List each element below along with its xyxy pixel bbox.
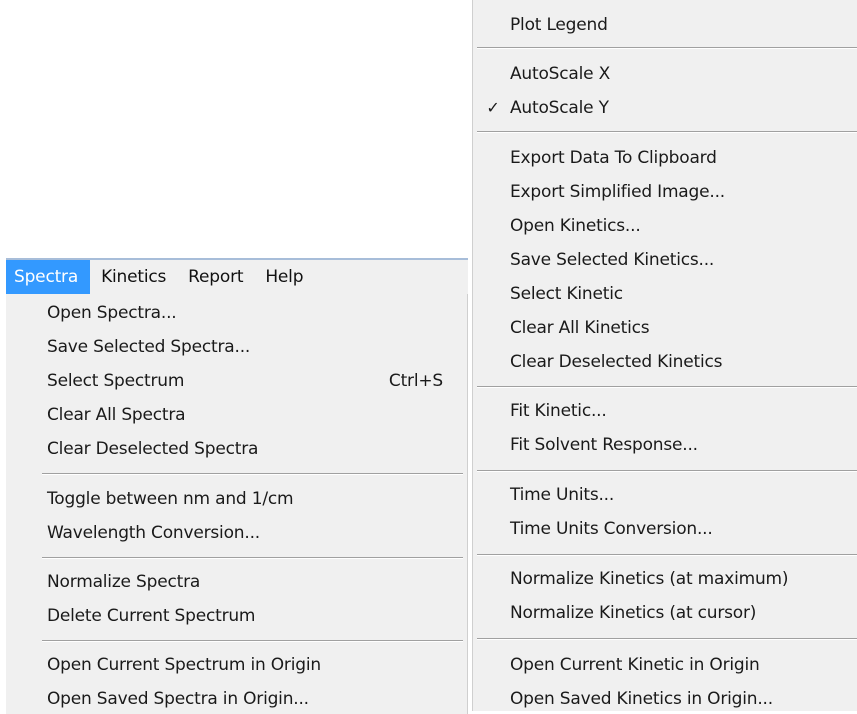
menu-separator [42,640,463,642]
menu-item-label: Select Kinetic [510,284,623,304]
menu-item-label: Export Simplified Image... [510,182,725,202]
menu-item-label: Open Saved Kinetics in Origin... [510,689,773,709]
menu-kinetics[interactable]: Kinetics [90,260,177,294]
menu-separator [477,47,857,49]
menu-separator [477,554,857,556]
menu-item-label: Save Selected Kinetics... [510,250,715,270]
menu-separator [42,557,463,559]
menu-item-label: Clear Deselected Kinetics [510,352,723,372]
menu-item-select-spectrum[interactable]: Select Spectrum Ctrl+S [47,366,443,396]
menu-item-open-current-kinetic-origin[interactable]: Open Current Kinetic in Origin [510,650,847,680]
menu-item-label: Clear Deselected Spectra [47,439,259,459]
shortcut-label: Ctrl+S [388,371,443,391]
menu-separator [477,386,857,388]
menu-item-label: AutoScale X [510,64,611,84]
menu-item-open-saved-spectra-origin[interactable]: Open Saved Spectra in Origin... [47,684,443,714]
menu-item-label: Delete Current Spectrum [47,606,256,626]
menu-item-label: Open Spectra... [47,303,177,323]
menu-item-label: Normalize Kinetics (at maximum) [510,569,789,589]
menu-item-delete-current-spectrum[interactable]: Delete Current Spectrum [47,601,443,631]
menu-separator [477,470,857,472]
check-icon: ✓ [486,98,500,117]
menu-item-label: Save Selected Spectra... [47,337,251,357]
menu-bar: Spectra Kinetics Report Help [6,258,468,294]
menu-spectra[interactable]: Spectra [6,260,91,294]
menu-item-label: Plot Legend [510,15,608,35]
menu-item-label: Toggle between nm and 1/cm [47,489,294,509]
menu-item-time-units-conversion[interactable]: Time Units Conversion... [510,514,847,544]
menu-item-fit-kinetic[interactable]: Fit Kinetic... [510,396,847,426]
menu-item-open-spectra[interactable]: Open Spectra... [47,298,443,328]
menu-item-label: Select Spectrum [47,371,185,391]
menu-item-save-selected-kinetics[interactable]: Save Selected Kinetics... [510,245,847,275]
menu-item-label: Open Current Spectrum in Origin [47,655,321,675]
menu-item-normalize-kinetics-cursor[interactable]: Normalize Kinetics (at cursor) [510,598,847,628]
menu-item-label: Clear All Spectra [47,405,186,425]
menu-item-label: Time Units... [510,485,615,505]
menu-item-clear-deselected-spectra[interactable]: Clear Deselected Spectra [47,434,443,464]
menu-item-clear-deselected-kinetics[interactable]: Clear Deselected Kinetics [510,347,847,377]
menu-item-label: Normalize Spectra [47,572,201,592]
menu-item-label: Wavelength Conversion... [47,523,260,543]
menu-item-open-current-spectrum-origin[interactable]: Open Current Spectrum in Origin [47,650,443,680]
menu-item-clear-all-spectra[interactable]: Clear All Spectra [47,400,443,430]
menu-item-export-simplified-image[interactable]: Export Simplified Image... [510,177,847,207]
menu-help[interactable]: Help [254,260,314,294]
menu-item-label: Clear All Kinetics [510,318,650,338]
menu-separator [477,131,857,133]
menu-item-label: Time Units Conversion... [510,519,713,539]
menu-item-label: Open Kinetics... [510,216,641,236]
menu-item-plot-legend[interactable]: Plot Legend [510,10,847,40]
menu-item-export-data-clipboard[interactable]: Export Data To Clipboard [510,143,847,173]
menu-item-wavelength-conversion[interactable]: Wavelength Conversion... [47,518,443,548]
menu-item-time-units[interactable]: Time Units... [510,480,847,510]
menu-item-toggle-units[interactable]: Toggle between nm and 1/cm [47,484,443,514]
menu-item-label: Open Current Kinetic in Origin [510,655,760,675]
menu-item-save-selected-spectra[interactable]: Save Selected Spectra... [47,332,443,362]
menu-item-label: Open Saved Spectra in Origin... [47,689,309,709]
menu-item-autoscale-y[interactable]: ✓ AutoScale Y [486,93,847,123]
menu-item-label: Fit Solvent Response... [510,435,698,455]
menu-item-label: Export Data To Clipboard [510,148,717,168]
menu-item-open-saved-kinetics-origin[interactable]: Open Saved Kinetics in Origin... [510,684,847,714]
menu-item-normalize-spectra[interactable]: Normalize Spectra [47,567,443,597]
menu-item-autoscale-x[interactable]: AutoScale X [510,59,847,89]
menu-report[interactable]: Report [177,260,254,294]
kinetics-dropdown-menu: Plot Legend AutoScale X ✓ AutoScale Y Exp… [472,0,857,711]
menu-item-select-kinetic[interactable]: Select Kinetic [510,279,847,309]
menu-separator [477,638,857,640]
menu-separator [42,473,463,475]
spectra-dropdown-menu: Open Spectra... Save Selected Spectra...… [6,294,468,714]
menu-item-normalize-kinetics-maximum[interactable]: Normalize Kinetics (at maximum) [510,564,847,594]
menu-item-fit-solvent-response[interactable]: Fit Solvent Response... [510,430,847,460]
menu-item-clear-all-kinetics[interactable]: Clear All Kinetics [510,313,847,343]
menu-item-label: AutoScale Y [510,98,609,118]
menu-item-label: Normalize Kinetics (at cursor) [510,603,757,623]
menu-item-open-kinetics[interactable]: Open Kinetics... [510,211,847,241]
menu-item-label: Fit Kinetic... [510,401,607,421]
